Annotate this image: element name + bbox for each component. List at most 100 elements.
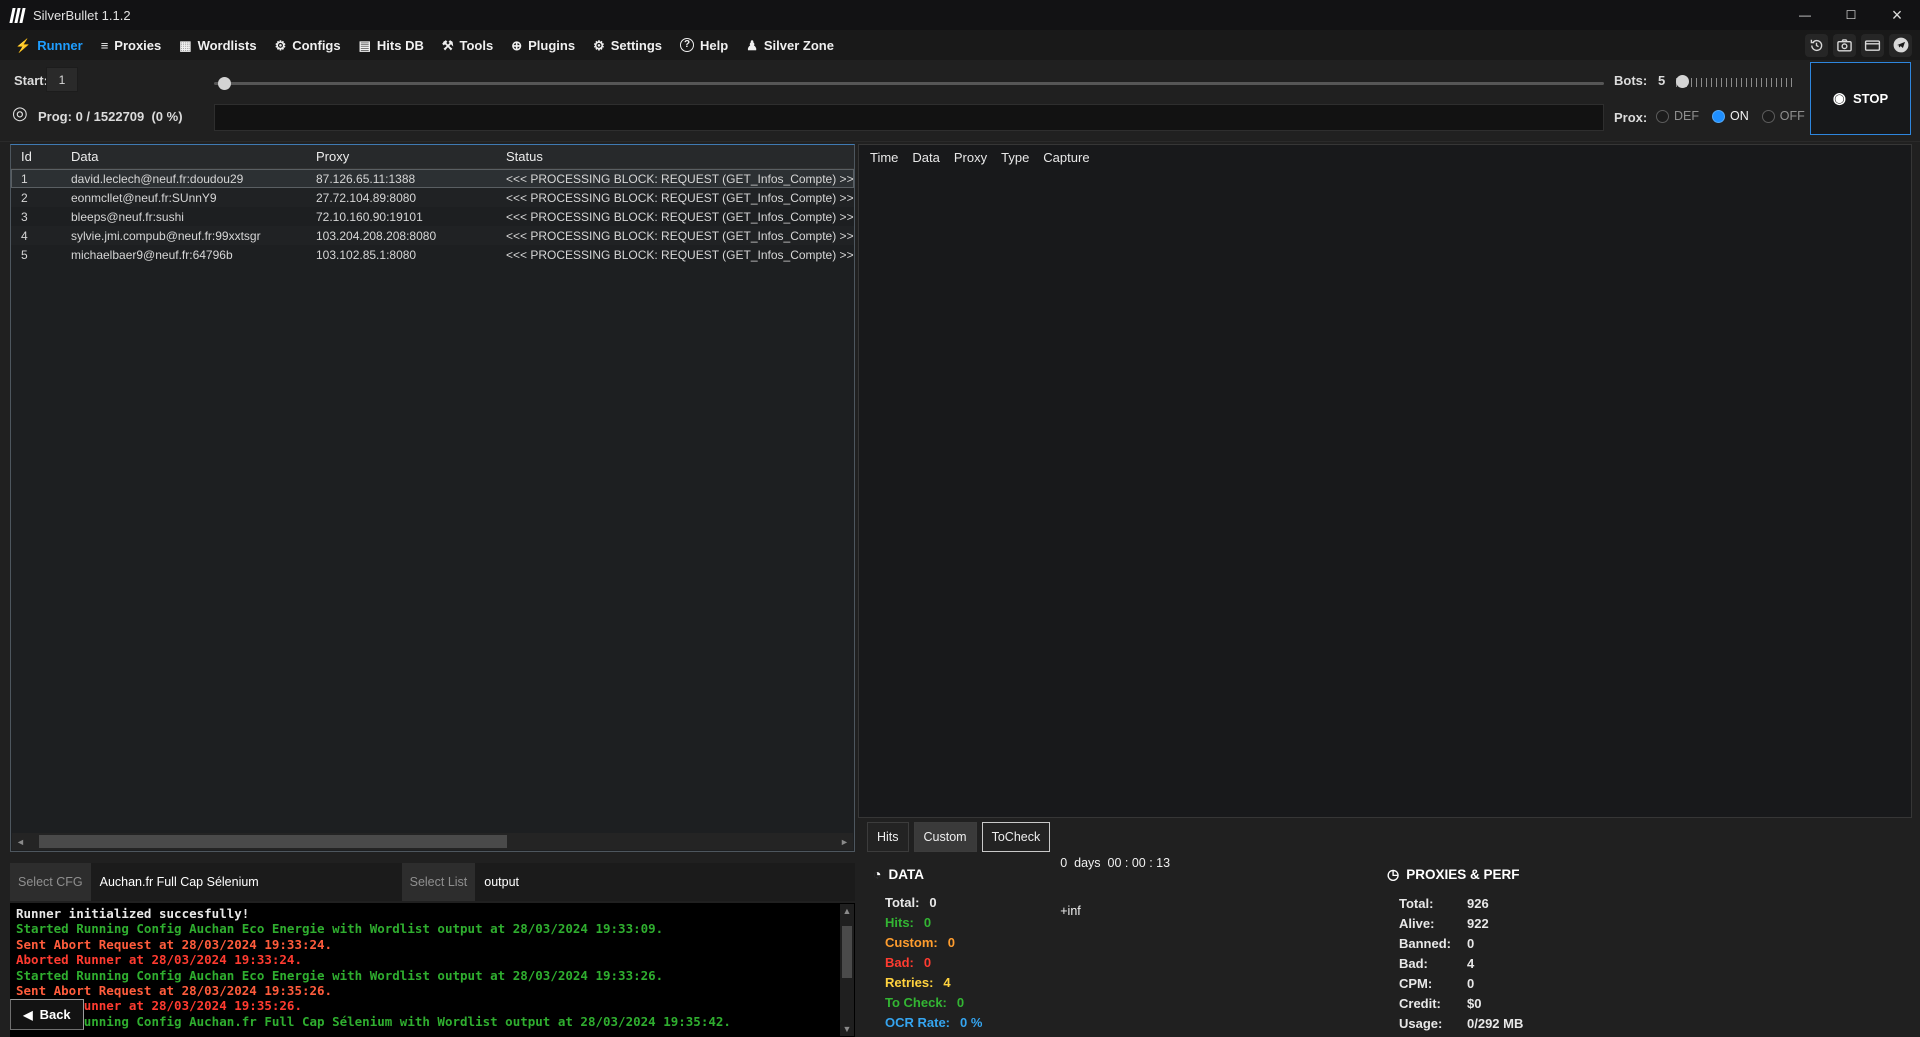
stat-label: Credit:	[1399, 996, 1455, 1011]
bots-slider-thumb[interactable]	[1676, 75, 1689, 88]
start-label: Start:	[14, 73, 48, 88]
prox-radio-off[interactable]: OFF	[1762, 109, 1805, 123]
start-input[interactable]	[46, 67, 78, 92]
slider-thumb[interactable]	[218, 77, 231, 90]
data-stat-items: Total:0Hits:0Custom:0Bad:0Retries:4To Ch…	[873, 892, 1193, 1032]
log-scrollbar[interactable]: ▲ ▼	[840, 904, 854, 1036]
cell-id: 5	[11, 248, 61, 262]
menu-item-plugins[interactable]: ⊕Plugins	[502, 30, 584, 60]
log-scrollbar-track[interactable]	[840, 918, 854, 1022]
menu-item-silver-zone[interactable]: ♟Silver Zone	[737, 30, 843, 60]
card-icon[interactable]	[1861, 34, 1884, 57]
stop-button[interactable]: ◉ STOP	[1810, 62, 1911, 135]
slider-ticks	[1676, 78, 1792, 87]
telegram-icon[interactable]	[1889, 34, 1912, 57]
tab-tocheck[interactable]: ToCheck	[982, 822, 1051, 852]
prog-value: 0 / 1522709 (0 %)	[76, 109, 183, 124]
prox-radio-def[interactable]: DEF	[1656, 109, 1699, 123]
stat-ocrrate: OCR Rate:0 %	[885, 1012, 1193, 1032]
data-stats-title: DATA	[888, 867, 924, 882]
scroll-left-icon[interactable]: ◄	[12, 837, 29, 847]
wordlists-icon: ▦	[179, 39, 191, 52]
radio-dot	[1762, 110, 1775, 123]
log-line: Sent Abort Request at 28/03/2024 19:35:2…	[16, 983, 835, 998]
menu-item-proxies[interactable]: ≡Proxies	[92, 30, 171, 60]
back-arrow-icon: ◀	[23, 1008, 32, 1022]
cell-proxy: 103.102.85.1:8080	[306, 248, 496, 262]
radio-dot	[1656, 110, 1669, 123]
close-button[interactable]: ×	[1874, 0, 1920, 30]
cell-status: <<< PROCESSING BLOCK: REQUEST (GET_Infos…	[496, 210, 854, 224]
maximize-button[interactable]: ☐	[1828, 0, 1874, 30]
config-bar: Select CFG Auchan.fr Full Cap Sélenium S…	[10, 863, 855, 901]
scrollbar-track[interactable]	[29, 833, 836, 850]
stat-label: CPM:	[1399, 976, 1455, 991]
log-scrollbar-thumb[interactable]	[842, 926, 852, 978]
menu-item-label: Help	[700, 38, 728, 53]
menu-item-wordlists[interactable]: ▦Wordlists	[170, 30, 265, 60]
column-header-proxy[interactable]: Proxy	[306, 149, 496, 164]
capture-column-capture[interactable]: Capture	[1043, 150, 1089, 165]
menu-item-help[interactable]: ?Help	[671, 30, 737, 60]
capture-column-time[interactable]: Time	[870, 150, 898, 165]
column-header-id[interactable]: Id	[11, 149, 61, 164]
cell-proxy: 87.126.65.11:1388	[306, 172, 496, 186]
select-cfg-button[interactable]: Select CFG	[10, 863, 91, 901]
stop-icon: ◉	[1833, 91, 1846, 106]
settings-icon: ⚙	[593, 39, 605, 52]
menu-item-tools[interactable]: ⚒ Tools	[433, 30, 502, 60]
cell-data: sylvie.jmi.compub@neuf.fr:99xxtsgr	[61, 229, 306, 243]
stat-value: 0	[1467, 936, 1474, 951]
stat-label: Total:	[885, 895, 919, 910]
runner-row[interactable]: 4sylvie.jmi.compub@neuf.fr:99xxtsgr103.2…	[11, 226, 854, 245]
menu-item-settings[interactable]: ⚙Settings	[584, 30, 671, 60]
data-icon: ◔	[873, 866, 881, 882]
menu-bar: ⚡Runner≡Proxies▦Wordlists ⚙ Configs ▤Hits D…	[0, 30, 1920, 60]
tools-icon: ⚒	[442, 39, 454, 52]
menu-item-hits-db[interactable]: ▤Hits DB	[350, 30, 433, 60]
runner-table-panel: IdDataProxyStatus 1david.leclech@neuf.fr…	[10, 144, 855, 852]
minimize-button[interactable]: —	[1782, 0, 1828, 30]
capture-column-type[interactable]: Type	[1001, 150, 1029, 165]
menu-items: ⚡Runner≡Proxies▦Wordlists ⚙ Configs ▤Hits D…	[6, 30, 843, 60]
bots-slider[interactable]	[1676, 75, 1792, 90]
threads-slider[interactable]	[214, 77, 1604, 91]
menu-item-label: Tools	[460, 38, 494, 53]
menu-item-runner[interactable]: ⚡Runner	[6, 30, 92, 60]
prox-radio-on[interactable]: ON	[1712, 109, 1749, 123]
column-header-data[interactable]: Data	[61, 149, 306, 164]
scroll-down-icon[interactable]: ▼	[840, 1022, 854, 1036]
history-icon[interactable]	[1805, 34, 1828, 57]
tab-hits[interactable]: Hits	[867, 822, 909, 852]
stat-total: Total:0	[885, 892, 1193, 912]
runner-row[interactable]: 1david.leclech@neuf.fr:doudou2987.126.65…	[11, 169, 854, 188]
scrollbar-thumb[interactable]	[39, 835, 507, 848]
back-button[interactable]: ◀ Back	[10, 999, 84, 1030]
log-line: Sent Abort Request at 28/03/2024 19:33:2…	[16, 937, 835, 952]
cell-proxy: 72.10.160.90:19101	[306, 210, 496, 224]
data-stats-header: ◔ DATA	[873, 866, 1193, 882]
runner-row[interactable]: 5michaelbaer9@neuf.fr:64796b103.102.85.1…	[11, 245, 854, 264]
stat-value: $0	[1467, 996, 1481, 1011]
capture-column-proxy[interactable]: Proxy	[954, 150, 987, 165]
menu-item-configs[interactable]: ⚙ Configs	[266, 30, 350, 60]
proxy-stats-header: ◷ PROXIES & PERF	[1387, 866, 1707, 883]
column-header-status[interactable]: Status	[496, 149, 854, 164]
capture-column-data[interactable]: Data	[912, 150, 939, 165]
menu-item-label: Configs	[292, 38, 340, 53]
menu-item-label: Runner	[37, 38, 83, 53]
tab-custom[interactable]: Custom	[914, 822, 977, 852]
horizontal-scrollbar[interactable]: ◄ ►	[12, 833, 853, 850]
configs-icon: ⚙	[275, 39, 287, 52]
runner-row[interactable]: 2eonmcllet@neuf.fr:SUnnY927.72.104.89:80…	[11, 188, 854, 207]
select-list-button[interactable]: Select List	[402, 863, 476, 901]
progress-bar	[214, 104, 1604, 131]
scroll-right-icon[interactable]: ►	[836, 837, 853, 847]
stat-usage: Usage:0/292 MB	[1399, 1013, 1707, 1033]
runner-row[interactable]: 3bleeps@neuf.fr:sushi72.10.160.90:19101<…	[11, 207, 854, 226]
scroll-up-icon[interactable]: ▲	[840, 904, 854, 918]
screenshot-camera-icon[interactable]	[1833, 34, 1856, 57]
log-line: Started Running Config Auchan Eco Energi…	[16, 968, 835, 983]
stat-label: Bad:	[885, 955, 914, 970]
cell-status: <<< PROCESSING BLOCK: REQUEST (GET_Infos…	[496, 172, 854, 186]
